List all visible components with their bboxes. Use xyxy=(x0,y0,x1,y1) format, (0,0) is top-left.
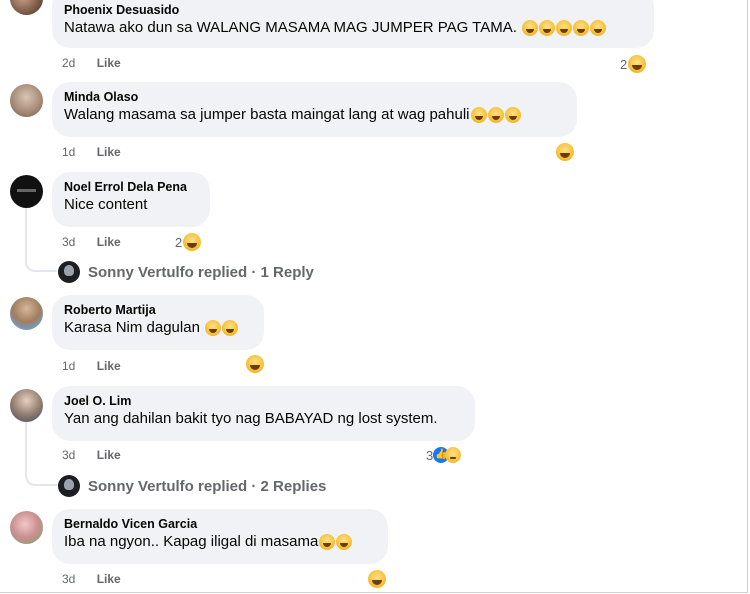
comment-time[interactable]: 1d xyxy=(62,359,75,373)
comment-bubble: Joel O. Lim Yan ang dahilan bakit tyo na… xyxy=(52,386,475,441)
comment-meta: 1d Like xyxy=(62,359,121,373)
reaction-count: 2 xyxy=(175,234,183,250)
comment-author[interactable]: Noel Errol Dela Pena xyxy=(64,179,198,195)
thread-line xyxy=(25,208,57,272)
comment-bubble: Roberto Martija Karasa Nim dagulan xyxy=(52,295,264,350)
laughing-emoji-icon xyxy=(222,320,239,337)
laughing-emoji-icon xyxy=(336,534,353,551)
laughing-emoji-icon xyxy=(556,20,573,37)
comment-text: Natawa ako dun sa WALANG MASAMA MAG JUMP… xyxy=(64,18,642,38)
reaction-summary[interactable]: 3 👍 xyxy=(426,447,462,463)
comment-text: Yan ang dahilan bakit tyo nag BABAYAD ng… xyxy=(64,410,438,427)
like-button[interactable]: Like xyxy=(97,235,121,249)
reaction-summary[interactable] xyxy=(555,143,574,161)
laughing-emoji-icon xyxy=(205,320,222,337)
comment-time[interactable]: 3d xyxy=(62,572,75,586)
avatar[interactable] xyxy=(10,175,43,208)
laughing-emoji-icon xyxy=(487,107,504,124)
comment-meta: 2d Like xyxy=(62,56,121,70)
comment-text: Karasa Nim dagulan xyxy=(64,318,252,338)
comment-author[interactable]: Bernaldo Vicen Garcia xyxy=(64,516,376,532)
comment-text: Iba na ngyon.. Kapag iligal di masama xyxy=(64,532,376,552)
laughing-emoji-icon xyxy=(556,143,574,161)
like-button[interactable]: Like xyxy=(97,572,121,586)
like-button[interactable]: Like xyxy=(97,56,121,70)
reaction-summary[interactable]: 2 xyxy=(620,55,647,73)
reaction-count: 2 xyxy=(620,56,628,72)
laughing-emoji-icon xyxy=(319,534,336,551)
avatar[interactable] xyxy=(10,389,43,422)
laughing-emoji-icon xyxy=(628,55,647,73)
comment-author[interactable]: Phoenix Desuasido xyxy=(64,2,642,18)
comment-meta: 3d Like xyxy=(62,235,121,249)
comment-time[interactable]: 3d xyxy=(62,448,75,462)
comment-bubble: Bernaldo Vicen Garcia Iba na ngyon.. Kap… xyxy=(52,509,388,564)
avatar xyxy=(58,261,80,283)
laughing-emoji-icon xyxy=(590,20,607,37)
reaction-summary[interactable] xyxy=(245,355,264,373)
comment-text: Nice content xyxy=(64,196,148,213)
laughing-emoji-icon xyxy=(246,355,264,373)
comment-bubble: Noel Errol Dela Pena Nice content xyxy=(52,172,210,227)
comment-time[interactable]: 2d xyxy=(62,56,75,70)
comment-author[interactable]: Joel O. Lim xyxy=(64,393,463,409)
view-replies-link[interactable]: Sonny Vertulfo replied · 1 Reply xyxy=(58,261,314,283)
like-button[interactable]: Like xyxy=(97,359,121,373)
laughing-emoji-icon xyxy=(470,107,487,124)
avatar xyxy=(58,475,80,497)
sad-reaction-icon xyxy=(445,447,462,463)
reply-summary: Sonny Vertulfo replied · 2 Replies xyxy=(88,477,327,495)
comment-time[interactable]: 3d xyxy=(62,235,75,249)
comment-author[interactable]: Minda Olaso xyxy=(64,89,565,105)
comment-author[interactable]: Roberto Martija xyxy=(64,302,252,318)
comment-text: Walang masama sa jumper basta maingat la… xyxy=(64,105,565,125)
reply-summary: Sonny Vertulfo replied · 1 Reply xyxy=(88,263,314,281)
laughing-emoji-icon xyxy=(183,233,202,251)
comment-meta: 3d Like xyxy=(62,448,121,462)
comment-bubble: Phoenix Desuasido Natawa ako dun sa WALA… xyxy=(52,0,654,48)
laughing-emoji-icon xyxy=(522,20,539,37)
comment-meta: 3d Like xyxy=(62,572,121,586)
like-button[interactable]: Like xyxy=(97,448,121,462)
laughing-emoji-icon xyxy=(504,107,521,124)
thread-line xyxy=(25,422,57,486)
view-replies-link[interactable]: Sonny Vertulfo replied · 2 Replies xyxy=(58,475,326,497)
comment-time[interactable]: 1d xyxy=(62,145,75,159)
reaction-summary[interactable] xyxy=(367,570,386,588)
avatar[interactable] xyxy=(10,84,43,117)
comment-bubble: Minda Olaso Walang masama sa jumper bast… xyxy=(52,82,577,137)
avatar[interactable] xyxy=(10,511,43,544)
laughing-emoji-icon xyxy=(539,20,556,37)
reaction-count: 3 xyxy=(426,447,434,463)
comment-meta: 1d Like xyxy=(62,145,121,159)
reaction-summary[interactable]: 2 xyxy=(175,233,202,251)
avatar[interactable] xyxy=(10,297,43,330)
laughing-emoji-icon xyxy=(573,20,590,37)
laughing-emoji-icon xyxy=(368,570,386,588)
like-button[interactable]: Like xyxy=(97,145,121,159)
